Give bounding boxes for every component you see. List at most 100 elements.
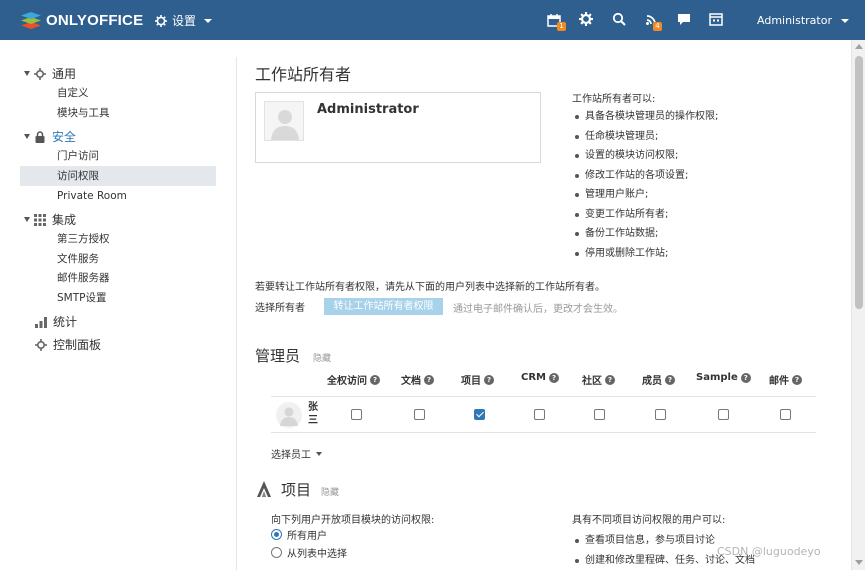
transfer-owner-button[interactable]: 转让工作站所有者权限 — [324, 298, 443, 315]
watermark: CSDN @luguodeyo — [717, 545, 821, 558]
select-employee-dropdown[interactable]: 选择员工 — [271, 446, 322, 461]
owner-rights: 工作站所有者可以: 具备各模块管理员的操作权限; 任命模块管理员; 设置的模块访… — [572, 93, 842, 263]
list-item: 管理用户账户; — [572, 185, 842, 205]
projects-hide-link[interactable]: 隐藏 — [321, 485, 339, 498]
expand-triangle-icon — [24, 217, 30, 222]
calendar-grid-icon[interactable] — [709, 12, 725, 28]
scrollbar-thumb[interactable] — [855, 56, 863, 309]
permission-checkbox-crm[interactable] — [534, 409, 545, 420]
sidebar-group-control-panel[interactable]: 控制面板 — [35, 336, 101, 353]
radio-label: 所有用户 — [287, 531, 327, 542]
radio-all-users[interactable]: 所有用户 — [271, 527, 327, 542]
sidebar-item-modules[interactable]: 模块与工具 — [20, 103, 216, 123]
column-header: CRM? — [521, 372, 559, 383]
avatar — [276, 402, 302, 428]
gear-icon[interactable] — [579, 12, 595, 28]
owner-rights-title: 工作站所有者可以: — [572, 94, 656, 105]
chat-icon[interactable] — [677, 12, 693, 28]
main-content: 工作站所有者 Administrator 工作站所有者可以: 具备各模块管理员的… — [237, 40, 851, 570]
help-icon[interactable]: ? — [484, 374, 494, 385]
grid-icon — [34, 213, 46, 226]
radio-button[interactable] — [271, 529, 282, 540]
sidebar-group-label: 集成 — [52, 213, 77, 227]
sidebar-group-general[interactable]: 通用 — [24, 65, 76, 82]
page-title: 工作站所有者 — [255, 65, 352, 84]
chevron-down-icon — [204, 18, 213, 23]
sidebar-item-file-service[interactable]: 文件服务 — [20, 249, 216, 269]
column-header: 邮件? — [769, 372, 802, 387]
permission-checkbox-projects[interactable] — [474, 409, 485, 420]
list-item: 备份工作站数据; — [572, 224, 842, 244]
permission-checkbox-sample[interactable] — [718, 409, 729, 420]
sidebar-item-access-rights[interactable]: 访问权限 — [20, 166, 216, 186]
sidebar-group-label: 控制面板 — [53, 338, 102, 352]
sidebar-group-integration[interactable]: 集成 — [24, 211, 76, 228]
settings-sidebar: 通用 自定义 模块与工具 安全 门户访问 访问权限 Private Room 集… — [0, 40, 236, 570]
user-menu[interactable]: Administrator — [757, 14, 849, 27]
projects-access-label: 向下列用户开放项目模块的访问权限: — [271, 515, 435, 526]
sidebar-item-mail-server[interactable]: 邮件服务器 — [20, 268, 216, 288]
help-icon[interactable]: ? — [740, 372, 751, 383]
logo-text: ONLYOFFICE — [46, 11, 144, 29]
projects-title: 项目 — [281, 481, 312, 499]
help-icon[interactable]: ? — [370, 374, 380, 385]
column-header: Sample? — [696, 372, 751, 383]
sidebar-item-private-room[interactable]: Private Room — [20, 186, 216, 206]
sidebar-group-label: 安全 — [52, 130, 77, 144]
permission-checkbox-people[interactable] — [655, 409, 666, 420]
help-icon[interactable]: ? — [549, 372, 559, 383]
owner-card: Administrator — [255, 92, 541, 163]
list-item: 变更工作站所有者; — [572, 205, 842, 225]
radio-from-list[interactable]: 从列表中选择 — [271, 545, 347, 560]
admins-hide-link[interactable]: 隐藏 — [313, 351, 331, 364]
permission-checkbox-mail[interactable] — [780, 409, 791, 420]
transfer-note: 若要转让工作站所有者权限，请先从下面的用户列表中选择新的工作站所有者。 — [255, 282, 605, 293]
calendar-badge: 1 — [557, 22, 566, 31]
user-name: Administrator — [757, 14, 832, 27]
settings-menu-label: 设置 — [172, 14, 197, 28]
help-icon[interactable]: ? — [792, 374, 802, 385]
onlyoffice-logo-icon — [21, 12, 41, 29]
sidebar-item-customization[interactable]: 自定义 — [20, 83, 216, 103]
chevron-down-icon — [841, 18, 849, 23]
select-employee-label: 选择员工 — [271, 450, 311, 461]
scroll-up-arrow-icon[interactable] — [855, 44, 863, 49]
column-header: 文档? — [401, 372, 434, 387]
help-icon[interactable]: ? — [665, 374, 675, 385]
list-item: 设置的模块访问权限; — [572, 146, 842, 166]
top-header: ONLYOFFICE 设置 1 4 Administrator — [0, 0, 865, 40]
vertical-scrollbar[interactable] — [851, 40, 865, 570]
sidebar-item-third-party[interactable]: 第三方授权 — [20, 229, 216, 249]
avatar — [264, 101, 304, 141]
row-divider — [271, 396, 816, 397]
gear-icon — [155, 14, 167, 27]
list-item: 具备各模块管理员的操作权限; — [572, 107, 842, 127]
admin-user-name[interactable]: 张三 — [308, 401, 320, 427]
owner-select-link[interactable]: 选择所有者 — [255, 299, 305, 314]
sidebar-item-portal-access[interactable]: 门户访问 — [20, 146, 216, 166]
sidebar-group-label: 通用 — [52, 67, 77, 81]
projects-rights: 具有不同项目访问权限的用户可以: 查看项目信息，参与项目讨论 创建和修改里程碑、… — [572, 511, 842, 570]
lock-icon — [35, 130, 45, 143]
list-item: 任命模块管理员; — [572, 127, 842, 147]
onlyoffice-logo[interactable]: ONLYOFFICE — [20, 10, 143, 30]
settings-menu[interactable]: 设置 — [155, 12, 213, 29]
column-header: 成员? — [642, 372, 675, 387]
user-silhouette-icon — [271, 110, 299, 140]
search-icon[interactable] — [612, 12, 628, 28]
projects-rights-title: 具有不同项目访问权限的用户可以: — [572, 515, 726, 526]
permission-checkbox-documents[interactable] — [414, 409, 425, 420]
expand-triangle-icon — [24, 71, 30, 76]
permission-checkbox-full-access[interactable] — [351, 409, 362, 420]
permission-checkbox-community[interactable] — [594, 409, 605, 420]
sidebar-item-smtp[interactable]: SMTP设置 — [20, 288, 216, 308]
row-divider — [271, 432, 816, 433]
gear-icon — [35, 338, 47, 351]
scroll-down-arrow-icon[interactable] — [855, 560, 863, 565]
list-item: 停用或删除工作站; — [572, 244, 842, 264]
help-icon[interactable]: ? — [424, 374, 434, 385]
sidebar-group-statistics[interactable]: 统计 — [35, 313, 77, 330]
radio-button[interactable] — [271, 547, 282, 558]
help-icon[interactable]: ? — [605, 374, 615, 385]
sidebar-group-security[interactable]: 安全 — [24, 128, 76, 145]
